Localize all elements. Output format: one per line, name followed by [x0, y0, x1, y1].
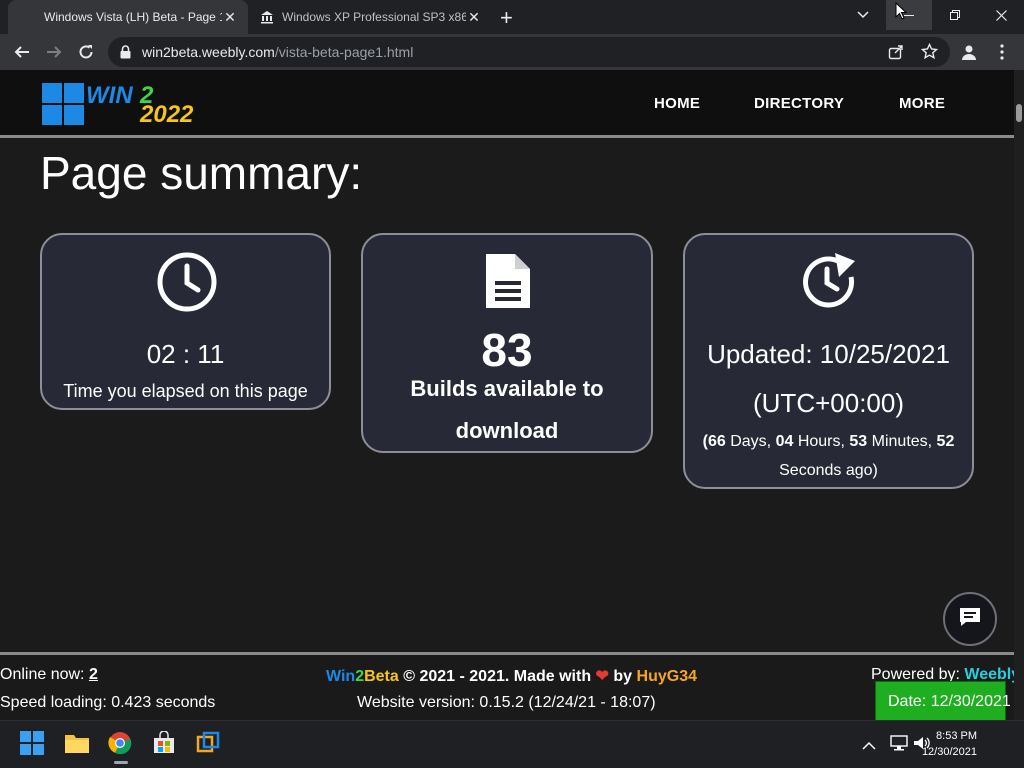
web-page: WIN 2 2022 HOME DIRECTORY MORE Page summ… [0, 70, 1020, 721]
heart-icon: ❤ [595, 668, 609, 685]
brand-beta: Beta [364, 668, 399, 685]
time-elapsed-label: Time you elapsed on this page [63, 381, 308, 401]
document-icon [483, 251, 533, 316]
minutes-label: Minutes, [867, 433, 937, 450]
updated-timezone: (UTC+00:00) [753, 388, 904, 418]
show-hidden-icons-chevron[interactable] [862, 737, 876, 755]
chrome-active-indicator [114, 761, 128, 764]
page-scrollbar[interactable] [1014, 70, 1024, 720]
tab-close-icon[interactable]: ✕ [222, 9, 238, 25]
windows-taskbar: 8:53 PM 12/30/2021 [0, 720, 1024, 768]
logo-year-text: 2022 [140, 101, 194, 128]
hours-label: Hours, [793, 433, 850, 450]
copyright-line: Win2Beta © 2021 - 2021. Made with ❤ by H… [326, 666, 697, 686]
days-label: Days, [725, 433, 776, 450]
file-explorer-icon[interactable] [64, 731, 90, 757]
page-title: Page summary: [40, 147, 363, 199]
builds-label-line1: Builds available to [410, 376, 604, 401]
online-label: Online now: [0, 666, 89, 683]
site-header: WIN 2 2022 HOME DIRECTORY MORE [0, 70, 1014, 138]
updated-date: Updated: 10/25/2021 [707, 339, 950, 369]
microsoft-store-icon[interactable] [152, 730, 178, 757]
last-updated-card: Updated: 10/25/2021 (UTC+00:00) (66 Days… [683, 233, 974, 489]
date-badge: Date: 12/30/2021 [875, 681, 1011, 721]
brand-win: Win [326, 668, 356, 685]
copyright-text: © 2021 - 2021. Made with [398, 668, 596, 685]
tab-title: Windows Vista (LH) Beta - Page 1 [44, 10, 222, 24]
nav-home[interactable]: HOME [654, 95, 700, 112]
browser-tab-strip: Windows Vista (LH) Beta - Page 1 ✕ Windo… [0, 0, 1024, 34]
restore-button[interactable] [932, 0, 978, 30]
online-count[interactable]: 2 [89, 666, 98, 683]
seconds-value: 52 [936, 433, 955, 450]
by-text: by [608, 668, 637, 685]
website-version: Website version: 0.15.2 (12/24/21 - 18:0… [357, 694, 656, 711]
windows-logo-icon [42, 83, 84, 130]
kebab-menu-icon[interactable] [990, 40, 1014, 64]
minutes-value: 53 [849, 433, 868, 450]
chrome-icon[interactable] [108, 731, 134, 757]
profile-avatar-icon[interactable] [957, 40, 981, 64]
date-badge-text: Date: 12/30/2021 [888, 693, 1011, 710]
url-text[interactable]: win2beta.weebly.com/vista-beta-page1.htm… [142, 44, 413, 62]
brand-two: 2 [355, 668, 365, 685]
updated-ago-line2: Seconds ago) [779, 462, 878, 479]
new-tab-button[interactable]: + [500, 5, 513, 31]
site-footer: Online now: 2 Win2Beta © 2021 - 2021. Ma… [0, 652, 1020, 721]
minimize-button[interactable] [886, 0, 932, 30]
chat-bubble-icon [958, 606, 982, 633]
updated-ago-line1: (66 Days, 04 Hours, 53 Minutes, 52 [685, 433, 972, 451]
taskbar-date[interactable]: 12/30/2021 [917, 746, 977, 758]
url-host: win2beta.weebly.com [142, 44, 275, 60]
nav-more[interactable]: MORE [899, 95, 945, 112]
builds-available-card: 83 Builds available to download [361, 233, 653, 453]
hours-value: 04 [775, 433, 794, 450]
clock-icon [156, 251, 218, 318]
forward-arrow-icon[interactable] [42, 40, 66, 64]
time-elapsed-card: 02 : 11 Time you elapsed on this page [40, 233, 331, 410]
browser-toolbar: win2beta.weebly.com/vista-beta-page1.htm… [0, 34, 1024, 70]
back-arrow-icon[interactable] [10, 40, 34, 64]
days-value: 66 [707, 433, 726, 450]
site-logo[interactable]: WIN 2 2022 [42, 82, 212, 130]
network-icon[interactable] [890, 735, 908, 756]
speed-loading: Speed loading: 0.423 seconds [0, 694, 216, 711]
chat-button[interactable] [943, 592, 997, 646]
author-link[interactable]: HuyG34 [637, 668, 697, 685]
close-window-button[interactable] [978, 0, 1024, 30]
time-elapsed-value: 02 : 11 [146, 339, 225, 369]
logo-win-text: WIN [86, 82, 133, 109]
builds-count: 83 [481, 324, 533, 376]
address-bar[interactable]: win2beta.weebly.com/vista-beta-page1.htm… [108, 37, 950, 67]
lock-icon[interactable] [120, 45, 131, 64]
bookmark-star-icon[interactable] [920, 42, 939, 65]
mouse-cursor-icon [895, 1, 908, 25]
reload-icon[interactable] [74, 40, 98, 64]
virtual-machine-icon[interactable] [196, 731, 222, 757]
taskbar-time[interactable]: 8:53 PM [917, 730, 977, 742]
scrollbar-thumb[interactable] [1016, 104, 1022, 122]
url-path: /vista-beta-page1.html [274, 44, 414, 60]
bank-icon [260, 10, 274, 24]
clock-refresh-icon [799, 251, 861, 318]
tab-xp-professional[interactable]: Windows XP Professional SP3 x86 ✕ [252, 0, 492, 34]
builds-label-line2: download [455, 418, 559, 443]
tab-title: Windows XP Professional SP3 x86 [282, 10, 466, 24]
nav-directory[interactable]: DIRECTORY [754, 95, 844, 112]
tab-vista-beta[interactable]: Windows Vista (LH) Beta - Page 1 ✕ [8, 0, 248, 34]
start-windows-icon[interactable] [20, 731, 46, 757]
online-now: Online now: 2 [0, 666, 98, 684]
tab-close-icon[interactable]: ✕ [466, 9, 482, 25]
tab-search-chevron-icon[interactable] [840, 0, 886, 30]
share-icon[interactable] [888, 44, 904, 65]
